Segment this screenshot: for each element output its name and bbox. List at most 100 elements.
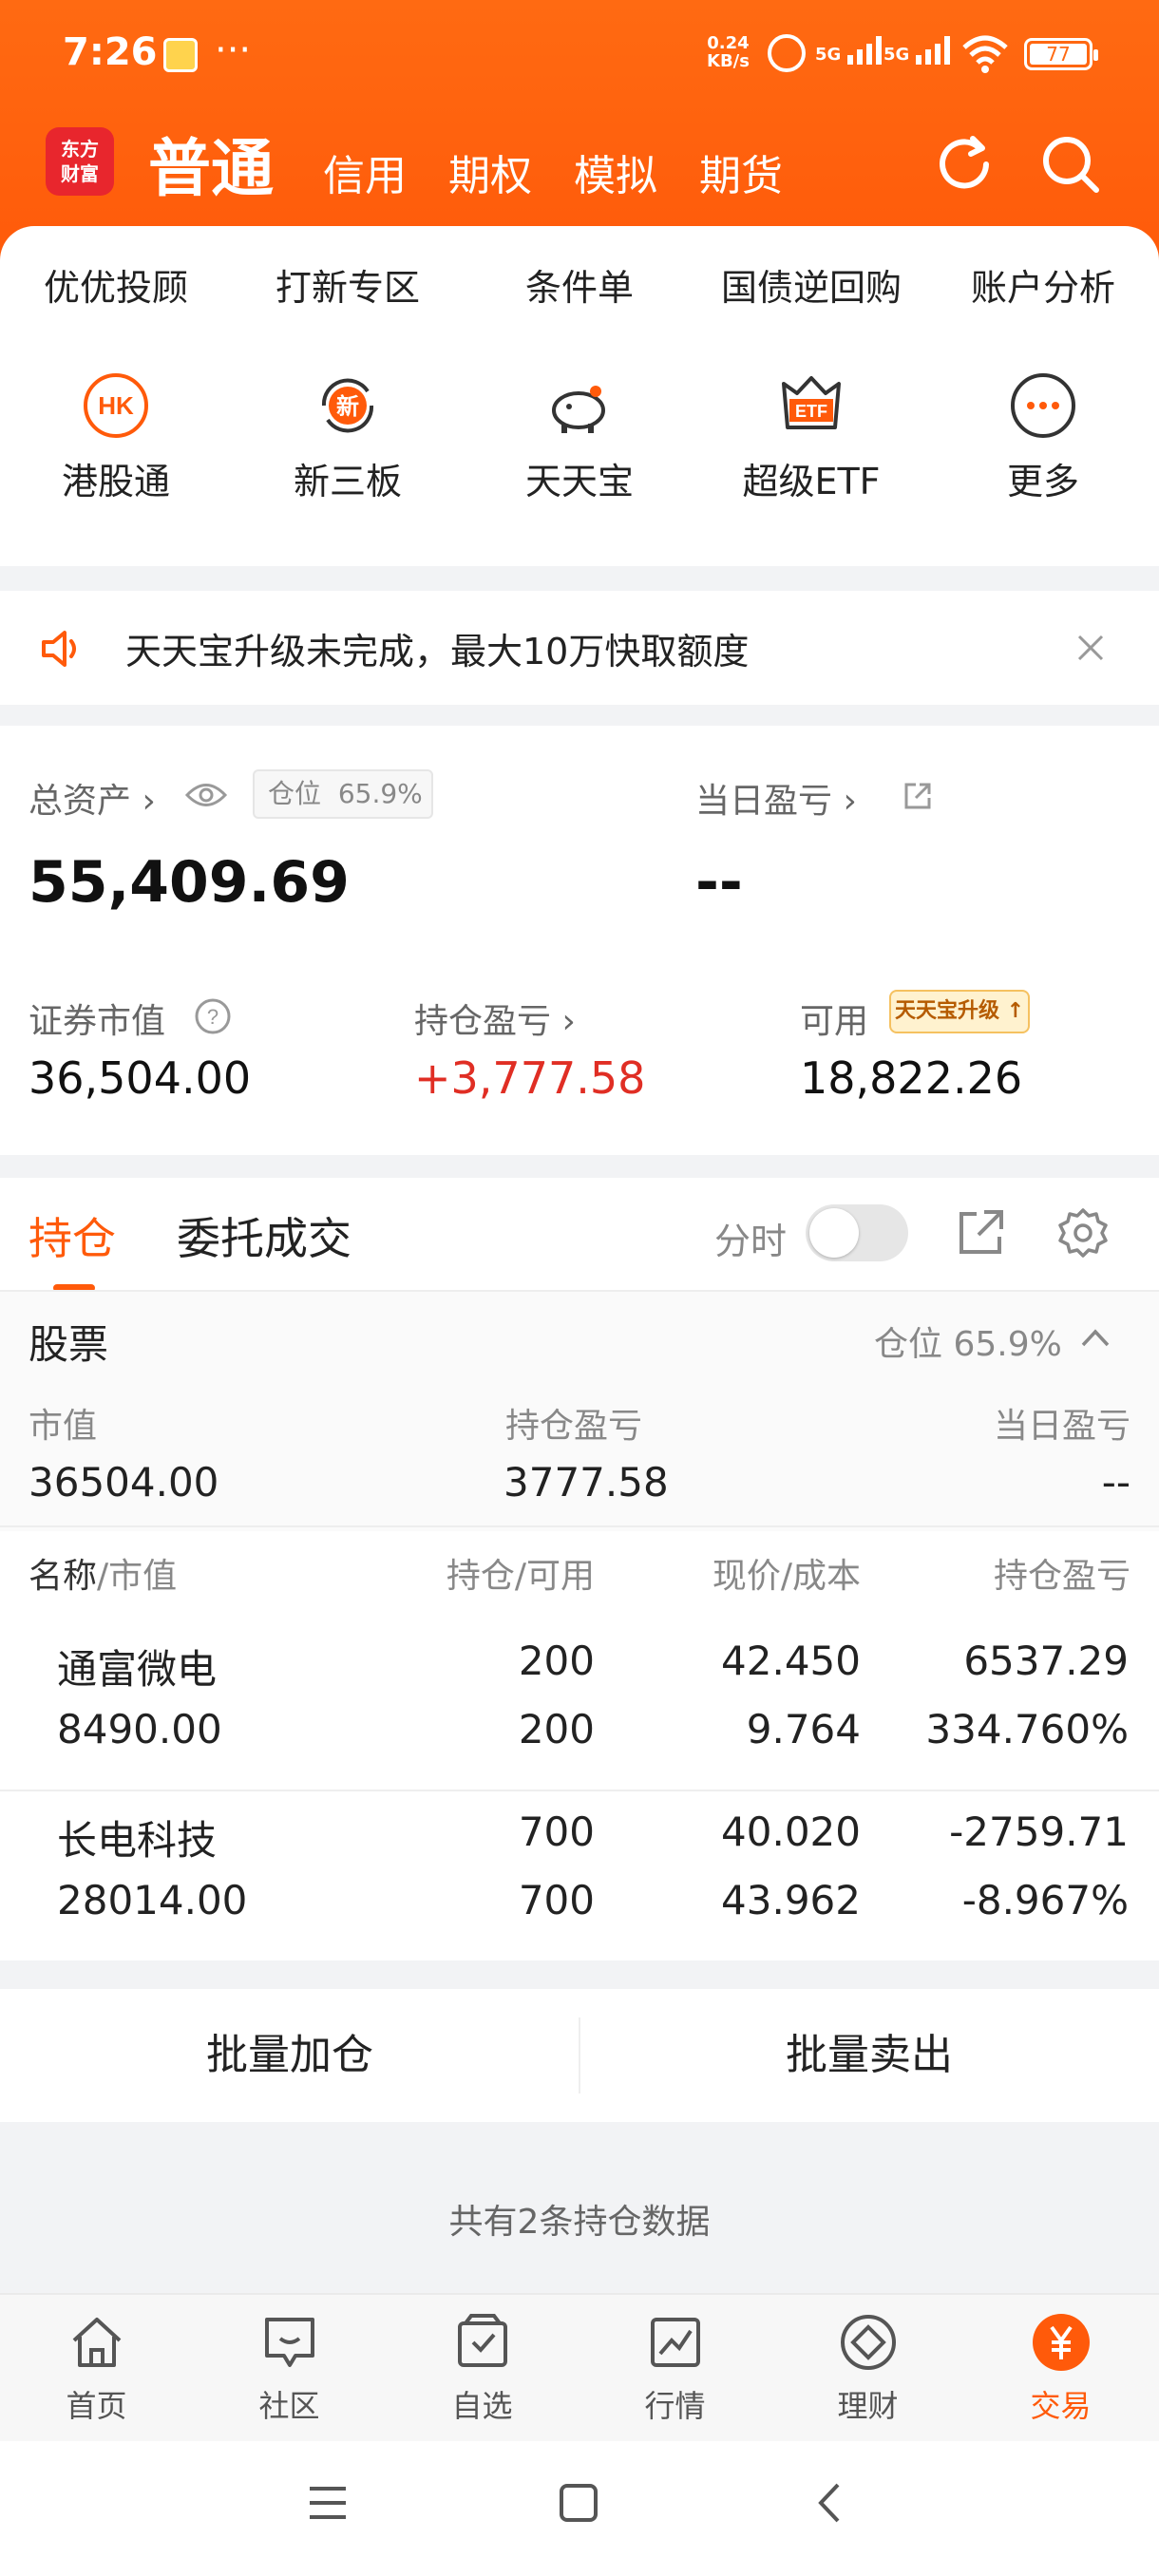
yuan-icon <box>1032 2314 1090 2371</box>
stock-price: 40.020 <box>721 1809 861 1855</box>
summary-value-pl: 3777.58 <box>504 1459 669 1506</box>
holdings-count-text: 共有2条持仓数据 <box>448 2203 711 2242</box>
batch-sell-button[interactable]: 批量卖出 <box>580 1989 1159 2122</box>
market-value: 36,504.00 <box>28 1052 252 1104</box>
tiantianbao-upgrade-badge[interactable]: 天天宝升级 ↑ <box>889 990 1030 1033</box>
stock-available: 700 <box>518 1877 595 1923</box>
search-icon[interactable] <box>1037 131 1104 198</box>
menu-item-treasury-repo[interactable]: 国债逆回购 <box>695 258 927 311</box>
diamond-icon <box>840 2315 896 2370</box>
home-square-icon[interactable] <box>557 2481 600 2525</box>
col-header-qty[interactable]: 持仓/可用 <box>446 1548 595 1598</box>
notice-banner[interactable]: 天天宝升级未完成，最大10万快取额度 <box>0 591 1159 705</box>
summary-value-daily: -- <box>1101 1459 1130 1506</box>
batch-add-button[interactable]: 批量加仓 <box>0 1989 580 2122</box>
status-bar: 7:26 ··· 0.24 KB/s 5G 5G 77 <box>0 0 1159 112</box>
menu-item-new-third-board[interactable]: 新 新三板 <box>232 370 464 504</box>
nav-market[interactable]: 行情 <box>579 2312 771 2426</box>
more-icon <box>1008 370 1078 441</box>
tab-holdings[interactable]: 持仓 <box>28 1204 116 1267</box>
more-notifications-icon: ··· <box>215 28 252 72</box>
menu-item-conditional-order[interactable]: 条件单 <box>464 258 695 311</box>
system-navigation-bar <box>0 2441 1159 2576</box>
piggy-bank-icon <box>544 370 615 441</box>
back-icon[interactable] <box>809 2481 853 2525</box>
section-position[interactable]: 仓位 65.9% <box>874 1316 1062 1366</box>
tab-futures[interactable]: 期货 <box>699 142 783 202</box>
tab-orders[interactable]: 委托成交 <box>177 1204 352 1267</box>
menu-item-hk-connect[interactable]: HK 港股通 <box>0 370 232 504</box>
total-assets-label[interactable]: 总资产 › <box>28 773 156 823</box>
chart-icon <box>650 2318 700 2367</box>
menu-item-youyou-advisor[interactable]: 优优投顾 <box>0 258 232 311</box>
table-row[interactable]: 长电科技 28014.00 700 700 40.020 43.962 -275… <box>0 1795 1159 1957</box>
col-header-price[interactable]: 现价/成本 <box>712 1548 861 1598</box>
bottom-navigation: 首页 社区 自选 行情 理财 交易 <box>0 2293 1159 2441</box>
eye-icon[interactable] <box>184 779 228 811</box>
hold-pl-label[interactable]: 持仓盈亏 › <box>414 994 576 1043</box>
status-time: 7:26 <box>63 30 158 74</box>
col-header-pl[interactable]: 持仓盈亏 <box>994 1548 1130 1598</box>
quick-menu-panel: 优优投顾 打新专区 条件单 国债逆回购 账户分析 HK 港股通 新 新三板 天天… <box>0 226 1159 566</box>
menu-item-ipo-zone[interactable]: 打新专区 <box>232 258 464 311</box>
divider <box>0 1525 1159 1527</box>
app-logo: 东方 财富 <box>46 127 114 196</box>
summary-value-mv: 36504.00 <box>28 1459 219 1506</box>
position-badge: 仓位 65.9% <box>253 769 433 819</box>
svg-text:ETF: ETF <box>795 402 827 421</box>
wifi-icon <box>962 35 1008 73</box>
nav-wealth[interactable]: 理财 <box>771 2312 964 2426</box>
available-value: 18,822.26 <box>800 1052 1023 1104</box>
stock-pl-pct: -8.967% <box>961 1877 1129 1923</box>
refresh-icon[interactable] <box>931 131 998 198</box>
nav-watchlist[interactable]: 自选 <box>386 2312 579 2426</box>
stock-summary-section: 股票 仓位 65.9% 市值 持仓盈亏 当日盈亏 36504.00 3777.5… <box>0 1292 1159 1531</box>
chevron-up-icon[interactable] <box>1079 1326 1112 1349</box>
menu-icon[interactable] <box>306 2481 350 2525</box>
alarm-icon <box>768 34 806 72</box>
menu-item-super-etf[interactable]: ETF 超级ETF <box>695 370 927 504</box>
nav-trade[interactable]: 交易 <box>964 2312 1157 2426</box>
tab-options[interactable]: 期权 <box>448 142 532 202</box>
stock-cost: 43.962 <box>721 1877 861 1923</box>
new-board-icon: 新 <box>313 370 383 441</box>
nav-home[interactable]: 首页 <box>0 2312 193 2426</box>
help-icon[interactable]: ? <box>194 997 232 1035</box>
tab-normal[interactable]: 普通 <box>148 118 274 209</box>
stock-name: 通富微电 <box>57 1646 218 1693</box>
watchlist-icon <box>457 2314 507 2367</box>
table-row[interactable]: 通富微电 8490.00 200 200 42.450 9.764 6537.2… <box>0 1624 1159 1786</box>
daily-pl-label[interactable]: 当日盈亏 › <box>695 773 857 823</box>
available-label: 可用 <box>800 1002 869 1041</box>
hold-pl-value: +3,777.58 <box>414 1052 646 1104</box>
quick-menu-row-2: HK 港股通 新 新三板 天天宝 ETF 超级ETF 更多 <box>0 370 1159 504</box>
signal-5g-1: 5G <box>815 34 882 74</box>
stock-pl: 6537.29 <box>963 1638 1129 1684</box>
menu-item-tiantianbao[interactable]: 天天宝 <box>464 370 695 504</box>
total-assets-value: 55,409.69 <box>28 849 350 916</box>
hk-icon: HK <box>81 370 151 441</box>
col-header-name[interactable]: 名称/市值 <box>28 1548 177 1598</box>
intraday-toggle[interactable] <box>806 1204 908 1261</box>
home-icon <box>72 2318 121 2367</box>
svg-text:新: 新 <box>336 393 359 420</box>
tab-simulation[interactable]: 模拟 <box>574 142 657 202</box>
stock-cost: 9.764 <box>746 1706 861 1752</box>
chat-icon <box>264 2318 314 2367</box>
share-icon[interactable] <box>956 1206 1007 1258</box>
external-link-icon[interactable] <box>901 779 935 813</box>
menu-item-more[interactable]: 更多 <box>927 370 1159 504</box>
tab-credit[interactable]: 信用 <box>323 142 407 202</box>
stock-pl: -2759.71 <box>949 1809 1129 1855</box>
intraday-label: 分时 <box>714 1221 788 1262</box>
close-icon[interactable] <box>1072 629 1110 667</box>
stock-qty: 700 <box>518 1809 595 1855</box>
settings-gear-icon[interactable] <box>1056 1206 1110 1260</box>
nav-community[interactable]: 社区 <box>193 2312 386 2426</box>
etf-icon: ETF <box>776 370 846 441</box>
menu-item-account-analysis[interactable]: 账户分析 <box>927 258 1159 311</box>
asset-summary: 总资产 › 仓位 65.9% 55,409.69 当日盈亏 › -- 证券市值 … <box>0 726 1159 1155</box>
stock-price: 42.450 <box>721 1638 861 1684</box>
summary-label-daily: 当日盈亏 <box>993 1407 1130 1446</box>
svg-text:HK: HK <box>98 391 134 420</box>
